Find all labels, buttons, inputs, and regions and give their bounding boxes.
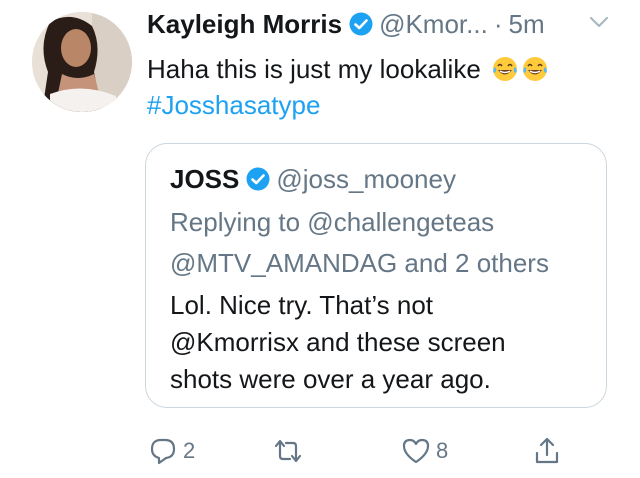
reply-icon bbox=[150, 438, 176, 465]
retweet-icon bbox=[274, 439, 302, 463]
quoted-body-line-2: @Kmorrisx and these screen bbox=[170, 327, 506, 357]
like-count: 8 bbox=[436, 438, 449, 463]
hashtag-link[interactable]: #Josshasatype bbox=[147, 90, 320, 121]
separator-dot: · bbox=[493, 8, 503, 39]
quoted-tweet-body: Lol. Nice try. That’s not @Kmorrisx and … bbox=[170, 287, 506, 398]
reply-count: 2 bbox=[183, 438, 196, 463]
share-button[interactable] bbox=[532, 434, 562, 468]
quoted-author-handle: @joss_mooney bbox=[276, 163, 456, 194]
author-handle[interactable]: @Kmor... bbox=[379, 9, 488, 40]
avatar-photo bbox=[32, 12, 132, 112]
action-bar: 2 8 bbox=[0, 430, 640, 470]
tweet-text: Haha this is just my lookalike bbox=[147, 52, 548, 86]
like-button[interactable]: 8 bbox=[401, 434, 448, 468]
verified-badge-icon bbox=[246, 167, 270, 191]
author-name[interactable]: Kayleigh Morris bbox=[147, 9, 342, 40]
replying-to-line-2: @MTV_AMANDAG and 2 others bbox=[170, 248, 549, 278]
reply-button[interactable]: 2 bbox=[148, 434, 195, 468]
quoted-tweet-card[interactable]: JOSS @joss_mooney Replying to @challenge… bbox=[145, 143, 607, 408]
chevron-down-icon[interactable] bbox=[588, 14, 610, 30]
heart-icon bbox=[402, 438, 430, 464]
timestamp[interactable]: 5m bbox=[508, 9, 544, 40]
retweet-button[interactable] bbox=[273, 434, 303, 468]
avatar[interactable] bbox=[32, 12, 132, 112]
quoted-body-line-3: shots were over a year ago. bbox=[170, 364, 491, 394]
tears-of-joy-emoji-icon bbox=[493, 57, 518, 81]
quoted-tweet-header: JOSS @joss_mooney bbox=[170, 162, 456, 196]
quoted-author-name: JOSS bbox=[170, 163, 240, 194]
tweet-body: Haha this is just my lookalike bbox=[147, 54, 481, 84]
tweet-header: Kayleigh Morris @Kmor... · 5m bbox=[147, 6, 545, 42]
quoted-body-line-1: Lol. Nice try. That’s not bbox=[170, 290, 434, 320]
verified-badge-icon bbox=[349, 12, 373, 36]
tears-of-joy-emoji-icon bbox=[523, 57, 548, 81]
share-icon bbox=[535, 437, 559, 464]
replying-to-line-1: Replying to @challengeteas bbox=[170, 207, 495, 237]
replying-to: Replying to @challengeteas @MTV_AMANDAG … bbox=[170, 202, 549, 284]
